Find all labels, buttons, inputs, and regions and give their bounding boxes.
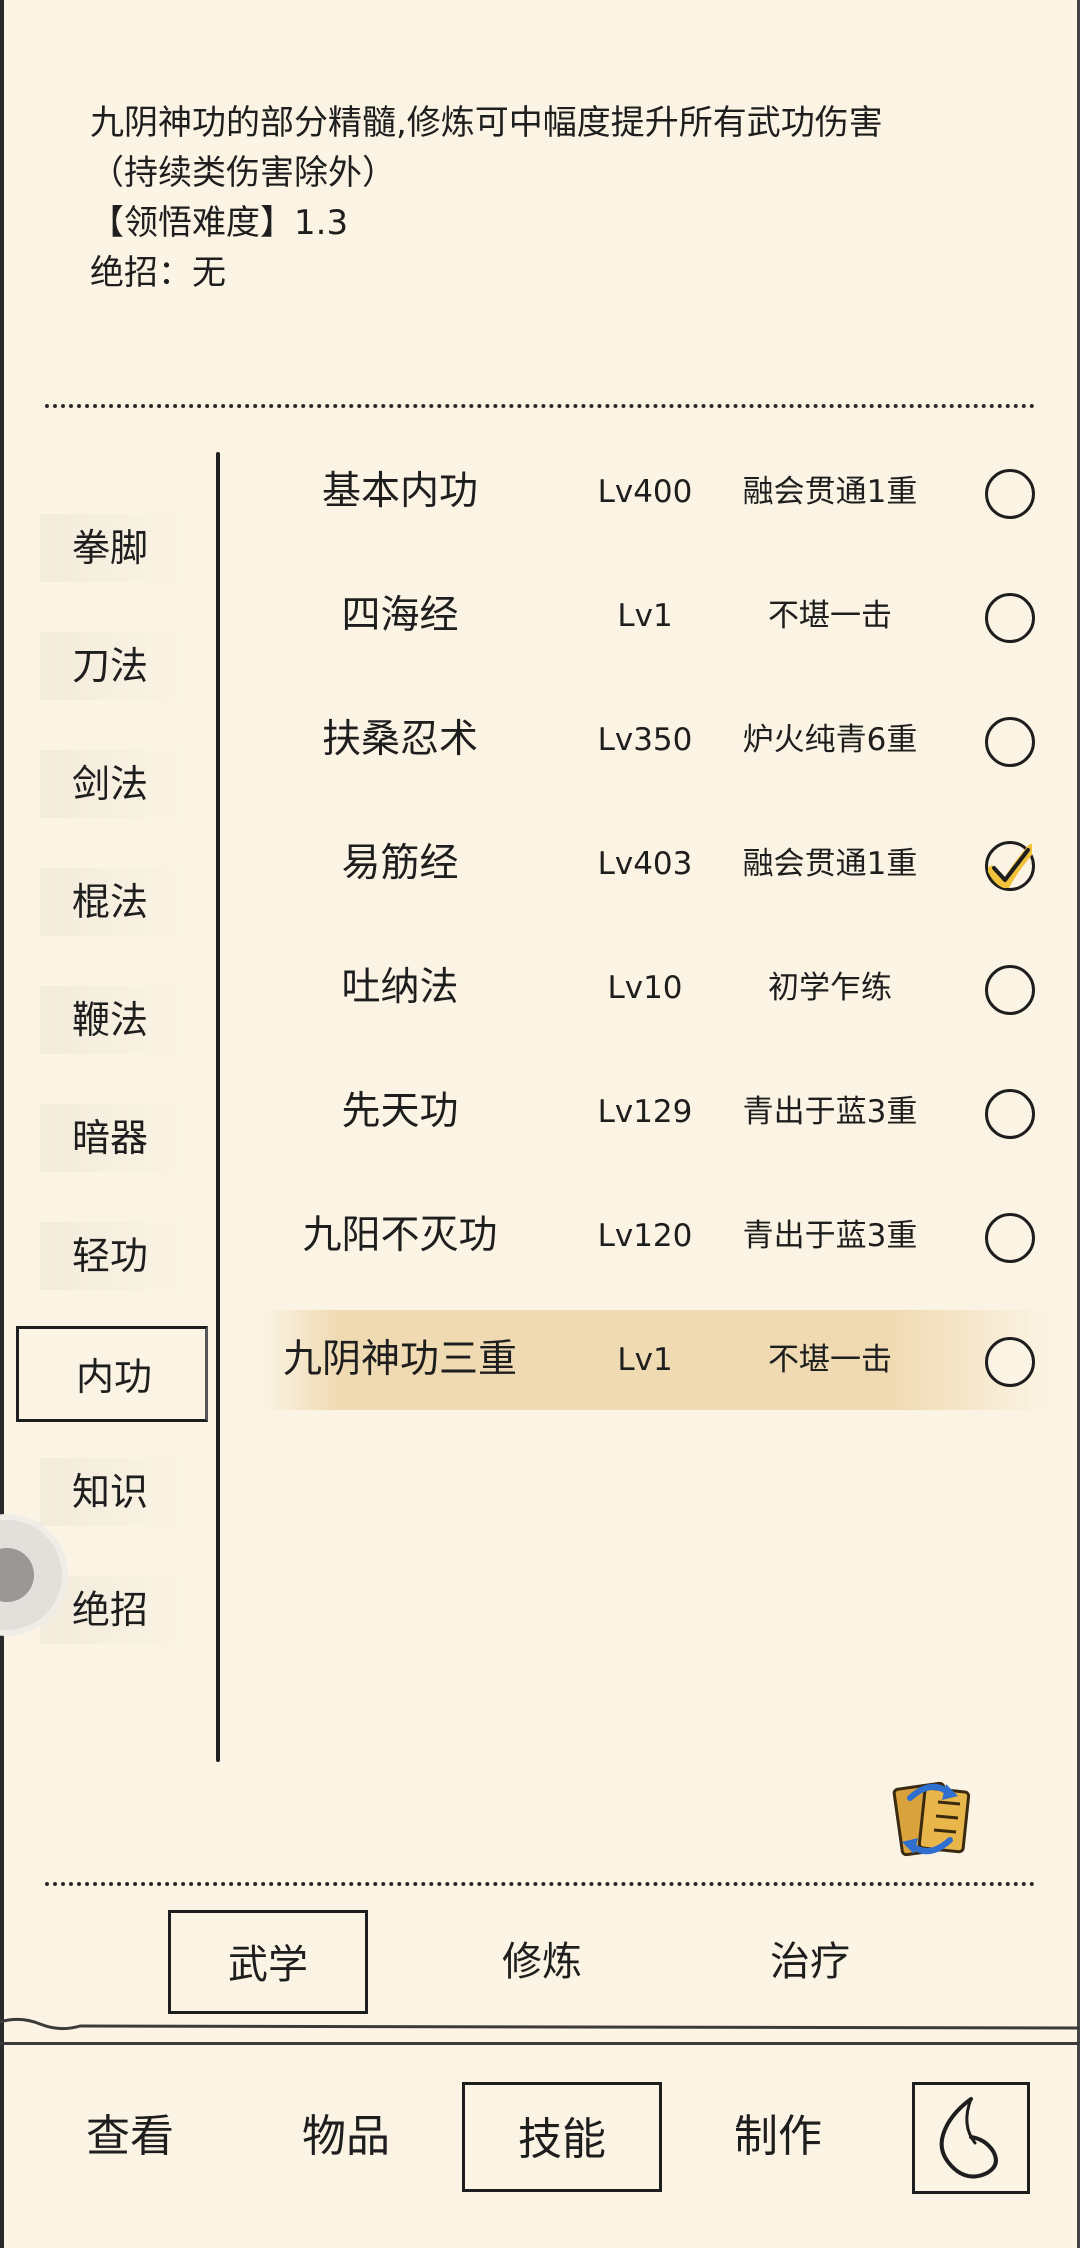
- ink-brush-stroke: [0, 2017, 1080, 2031]
- nav-label: 查看: [86, 2111, 174, 2162]
- category-label: 内功: [76, 1355, 153, 1399]
- nav-chakan[interactable]: 查看: [30, 2082, 230, 2192]
- nav-label: 制作: [734, 2111, 822, 2162]
- skill-stage: 不堪一击: [768, 1342, 892, 1378]
- category-daofa[interactable]: 刀法: [40, 632, 190, 700]
- nav-label: 技能: [518, 2114, 606, 2165]
- category-label: 拳脚: [72, 526, 149, 570]
- skill-level: Lv1: [617, 1342, 673, 1378]
- skill-row[interactable]: 先天功 Lv129 青出于蓝3重: [260, 1062, 1050, 1162]
- skill-radio[interactable]: [985, 717, 1035, 767]
- skill-stage: 青出于蓝3重: [742, 1094, 918, 1130]
- category-quanjiao[interactable]: 拳脚: [40, 514, 190, 582]
- category-gunfa[interactable]: 棍法: [40, 868, 190, 936]
- back-arrow-icon: [939, 2097, 998, 2179]
- skill-stage: 融会贯通1重: [742, 474, 918, 510]
- skill-row[interactable]: 基本内功 Lv400 融会贯通1重: [260, 442, 1050, 542]
- skill-name: 九阴神功三重: [282, 1337, 517, 1382]
- skill-stage: 不堪一击: [768, 598, 892, 634]
- tab-label: 修炼: [502, 1939, 582, 1985]
- skill-row[interactable]: 扶桑忍术 Lv350 炉火纯青6重: [260, 690, 1050, 790]
- skill-row[interactable]: 四海经 Lv1 不堪一击: [260, 566, 1050, 666]
- category-neigong[interactable]: 内功: [16, 1326, 208, 1422]
- skill-name: 基本内功: [321, 469, 478, 514]
- sidebar-divider: [216, 452, 220, 1762]
- skill-name: 扶桑忍术: [321, 717, 478, 762]
- category-label: 刀法: [72, 644, 149, 688]
- category-zhishi[interactable]: 知识: [40, 1458, 190, 1526]
- skill-stage: 炉火纯青6重: [742, 722, 918, 758]
- tab-zhiliao[interactable]: 治疗: [710, 1910, 910, 2014]
- skill-row-selected[interactable]: 九阴神功三重 Lv1 不堪一击: [260, 1310, 1050, 1410]
- category-label: 棍法: [72, 880, 149, 924]
- category-jianfa[interactable]: 剑法: [40, 750, 190, 818]
- category-qinggong[interactable]: 轻功: [40, 1222, 190, 1290]
- back-button[interactable]: [912, 2082, 1030, 2194]
- category-label: 剑法: [72, 762, 149, 806]
- skill-description: 九阴神功的部分精髓,修炼可中幅度提升所有武功伤害 （持续类伤害除外） 【领悟难度…: [90, 98, 1040, 298]
- skill-stage: 融会贯通1重: [742, 846, 918, 882]
- floating-assist-icon: [0, 1548, 34, 1602]
- skill-stage: 青出于蓝3重: [742, 1218, 918, 1254]
- skill-row[interactable]: 九阳不灭功 Lv120 青出于蓝3重: [260, 1186, 1050, 1286]
- comprehension-difficulty: 【领悟难度】1.3: [90, 203, 349, 243]
- skill-radio-checked[interactable]: [985, 841, 1035, 891]
- nav-zhizuo[interactable]: 制作: [678, 2082, 878, 2192]
- skill-name: 四海经: [341, 593, 459, 638]
- skill-level: Lv120: [597, 1218, 693, 1254]
- tab-xiulian[interactable]: 修炼: [442, 1910, 642, 2014]
- skill-stage: 初学乍练: [768, 970, 892, 1006]
- skill-radio[interactable]: [985, 1089, 1035, 1139]
- category-bianfa[interactable]: 鞭法: [40, 986, 190, 1054]
- skill-level: Lv10: [607, 970, 683, 1006]
- skill-level: Lv403: [597, 846, 693, 882]
- skill-level: Lv400: [597, 474, 693, 510]
- category-label: 知识: [72, 1470, 149, 1514]
- left-frame-border: [0, 0, 4, 2248]
- skill-name: 九阳不灭功: [302, 1213, 498, 1258]
- category-label: 轻功: [72, 1234, 149, 1278]
- tab-wuxue[interactable]: 武学: [168, 1910, 368, 2014]
- skill-name: 先天功: [341, 1089, 459, 1134]
- skill-level: Lv1: [617, 598, 673, 634]
- skill-radio[interactable]: [985, 1337, 1035, 1387]
- skill-radio[interactable]: [985, 1213, 1035, 1263]
- category-label: 暗器: [72, 1116, 149, 1160]
- skill-radio[interactable]: [985, 469, 1035, 519]
- skill-name: 易筋经: [341, 841, 459, 886]
- description-text: 九阴神功的部分精髓,修炼可中幅度提升所有武功伤害: [90, 103, 883, 143]
- nav-wupin[interactable]: 物品: [246, 2082, 446, 2192]
- skill-radio[interactable]: [985, 593, 1035, 643]
- skill-name: 吐纳法: [341, 965, 459, 1010]
- tab-label: 武学: [228, 1942, 308, 1988]
- skill-level: Lv350: [597, 722, 693, 758]
- category-anqi[interactable]: 暗器: [40, 1104, 190, 1172]
- book-swap-icon-graphic: [892, 1781, 971, 1857]
- skill-radio[interactable]: [985, 965, 1035, 1015]
- nav-jineng[interactable]: 技能: [462, 2082, 662, 2192]
- nav-label: 物品: [302, 2111, 390, 2162]
- skill-row[interactable]: 易筋经 Lv403 融会贯通1重: [260, 814, 1050, 914]
- ultimate-move: 绝招：无: [90, 253, 226, 293]
- bottom-dotted-divider: [45, 1882, 1035, 1886]
- top-dotted-divider: [45, 404, 1035, 408]
- tab-label: 治疗: [770, 1939, 850, 1985]
- skill-row[interactable]: 吐纳法 Lv10 初学乍练: [260, 938, 1050, 1038]
- category-juezhao[interactable]: 绝招: [40, 1576, 190, 1644]
- skill-level: Lv129: [597, 1094, 693, 1130]
- book-swap-icon[interactable]: [880, 1768, 980, 1868]
- description-note: （持续类伤害除外）: [90, 153, 396, 193]
- nav-top-border: [0, 2042, 1080, 2045]
- category-label: 绝招: [72, 1588, 149, 1632]
- checkmark-icon: [988, 844, 1032, 888]
- category-label: 鞭法: [72, 998, 149, 1042]
